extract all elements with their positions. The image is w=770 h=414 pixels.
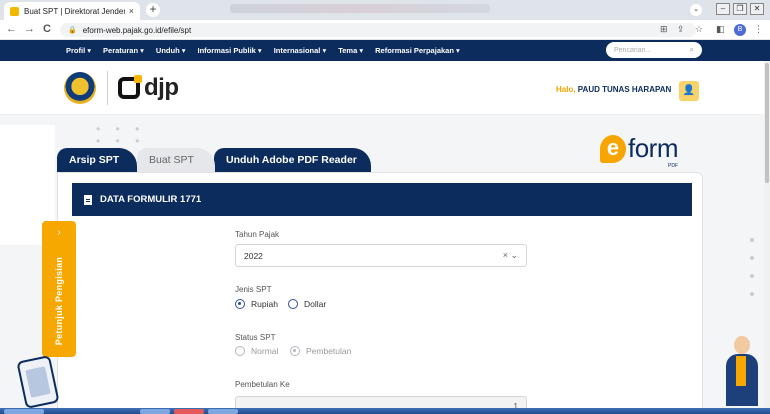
forward-arrow-icon[interactable]: → (24, 23, 35, 35)
radio-normal-dot[interactable] (235, 346, 245, 356)
page-scrollbar[interactable] (764, 61, 770, 410)
tahun-pajak-label: Tahun Pajak (235, 230, 280, 239)
jenis-spt-label: Jenis SPT (235, 285, 272, 294)
site-header: djp Halo, PAUD TUNAS HARAPAN 👤 (0, 61, 770, 115)
tab-title: Buat SPT | Direktorat Jenderal Pa... (24, 6, 125, 16)
browser-titlebar: Buat SPT | Direktorat Jenderal Pa... × +… (0, 0, 770, 20)
eform-logo-word: form (628, 133, 679, 163)
url-field[interactable]: 🔒 eform-web.pajak.go.id/efile/spt (60, 23, 696, 37)
decor-dots: • • • • • • (96, 122, 146, 148)
taskbar-app-2[interactable] (174, 409, 204, 414)
logo-divider (107, 71, 108, 105)
right-decor-dots (750, 238, 754, 296)
translate-icon[interactable]: ⊞ (660, 24, 668, 35)
taskbar-start[interactable] (4, 409, 44, 414)
nav-internasional[interactable]: Internasional ▾ (274, 46, 327, 55)
card-title: DATA FORMULIR 1771 (100, 194, 202, 205)
side-panel-icon[interactable]: ◧ (716, 24, 725, 35)
bookmark-star-icon[interactable]: ☆ (695, 24, 703, 35)
taskbar-app-3[interactable] (208, 409, 238, 414)
radio-rupiah-dot[interactable] (235, 299, 245, 309)
radio-dollar-dot[interactable] (288, 299, 298, 309)
radio-pembetulan-dot[interactable] (290, 346, 300, 356)
lock-icon[interactable]: 🔒 (68, 26, 77, 34)
tahun-pajak-value: 2022 (244, 250, 263, 261)
site-nav-bar: Profil ▾ Peraturan ▾ Unduh ▾ Informasi P… (0, 40, 770, 61)
menu-kebab-icon[interactable]: ⋮ (754, 24, 763, 35)
taskbar-app-1[interactable] (140, 409, 170, 414)
expand-arrow-icon[interactable]: › (42, 227, 76, 238)
radio-pembetulan-label: Pembetulan (306, 346, 352, 356)
status-spt-label: Status SPT (235, 333, 276, 342)
user-account-icon[interactable]: 👤 (679, 81, 699, 101)
eform-logo-e: e (600, 134, 626, 163)
tahun-pajak-select[interactable]: 2022 × ⌄ (235, 244, 527, 267)
greeting-text: Halo, (556, 85, 576, 94)
djp-logo-mark (118, 75, 142, 99)
close-window-button[interactable]: ✕ (750, 3, 764, 15)
profile-avatar[interactable]: B (734, 24, 746, 36)
os-taskbar (0, 408, 770, 414)
share-icon[interactable]: ⇪ (677, 24, 685, 35)
restore-button[interactable]: ❐ (733, 3, 747, 15)
radio-rupiah-label: Rupiah (251, 299, 278, 309)
petunjuk-pengisian-panel[interactable]: › Petunjuk Pengisian (42, 221, 76, 357)
back-arrow-icon[interactable]: ← (6, 23, 17, 35)
scrollbar-thumb[interactable] (765, 63, 769, 183)
nav-peraturan[interactable]: Peraturan ▾ (103, 46, 144, 55)
user-greeting: Halo, PAUD TUNAS HARAPAN (556, 85, 671, 94)
radio-dollar-label: Dollar (304, 299, 327, 309)
nav-tema[interactable]: Tema ▾ (338, 46, 363, 55)
nav-unduh[interactable]: Unduh ▾ (156, 46, 186, 55)
address-bar: ← → C 🔒 eform-web.pajak.go.id/efile/spt … (0, 20, 770, 40)
form-card: DATA FORMULIR 1771 Tahun Pajak 2022 × ⌄ … (57, 172, 703, 414)
pembetulan-ke-label: Pembetulan Ke (235, 380, 290, 389)
clear-chevron-icon[interactable]: × ⌄ (503, 250, 518, 261)
radio-dollar[interactable]: Dollar (288, 299, 326, 309)
card-header: DATA FORMULIR 1771 (72, 183, 692, 216)
favicon-icon (10, 6, 19, 16)
radio-normal[interactable]: Normal (235, 346, 278, 356)
search-placeholder: Pencarian... (614, 46, 652, 54)
search-icon[interactable]: ⌕ (690, 45, 694, 55)
nav-informasi-publik[interactable]: Informasi Publik ▾ (198, 46, 262, 55)
person-illustration (722, 336, 762, 406)
new-tab-button[interactable]: + (146, 3, 160, 17)
blurred-tab-strip (230, 4, 490, 13)
tab-close-icon[interactable]: × (129, 6, 134, 16)
window-controls: – ❐ ✕ (716, 3, 764, 15)
tab-search-chevron-icon[interactable]: ⌄ (690, 4, 702, 16)
djp-logo-text: djp (144, 74, 179, 101)
browser-tab[interactable]: Buat SPT | Direktorat Jenderal Pa... × (4, 2, 140, 20)
eform-logo: e form PDF (600, 133, 679, 169)
tab-arsip-spt[interactable]: Arsip SPT (57, 148, 137, 172)
reload-icon[interactable]: C (43, 23, 51, 35)
djp-logo[interactable]: djp (118, 74, 179, 102)
kemenkeu-emblem-logo[interactable] (64, 72, 96, 104)
user-name: PAUD TUNAS HARAPAN (577, 85, 672, 94)
document-icon (84, 194, 92, 205)
url-text: eform-web.pajak.go.id/efile/spt (82, 25, 192, 35)
main-content: • • • • • • e form PDF Unduh Adobe PDF Re… (0, 115, 770, 414)
site-search-input[interactable]: Pencarian... ⌕ (606, 42, 702, 58)
tab-buat-spt[interactable]: Buat SPT (137, 148, 215, 172)
petunjuk-pengisian-label: Petunjuk Pengisian (54, 256, 64, 346)
eform-logo-sub: PDF (668, 163, 678, 169)
nav-profil[interactable]: Profil ▾ (66, 46, 91, 55)
tab-unduh-adobe[interactable]: Unduh Adobe PDF Reader (214, 148, 371, 172)
minimize-button[interactable]: – (716, 3, 730, 15)
radio-pembetulan[interactable]: Pembetulan (290, 346, 351, 356)
radio-rupiah[interactable]: Rupiah (235, 299, 278, 309)
radio-normal-label: Normal (251, 346, 279, 356)
nav-reformasi-perpajakan[interactable]: Reformasi Perpajakan ▾ (375, 46, 460, 55)
